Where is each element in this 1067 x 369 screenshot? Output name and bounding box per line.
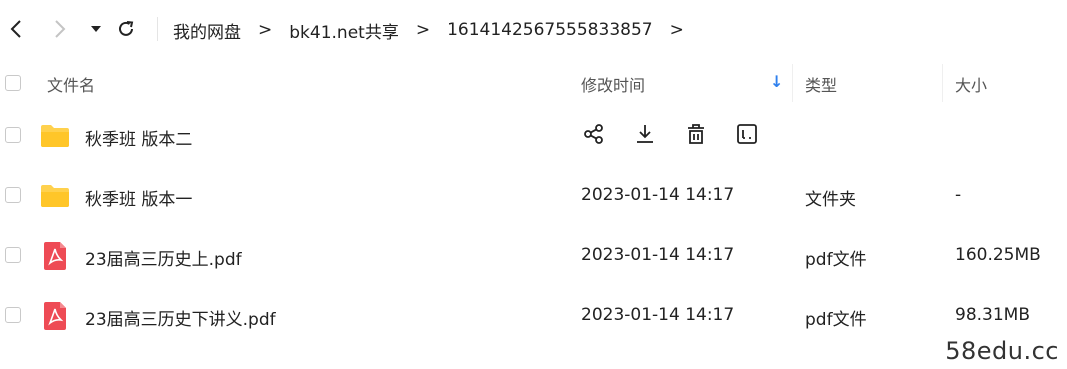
file-type: pdf文件 bbox=[805, 310, 867, 330]
breadcrumb-item-folder[interactable]: 1614142567555833857 bbox=[447, 20, 653, 40]
row-checkbox[interactable] bbox=[5, 307, 21, 323]
share-icon bbox=[584, 124, 603, 144]
download-icon bbox=[637, 125, 653, 143]
breadcrumb-item-root[interactable]: 我的网盘 bbox=[173, 18, 241, 43]
column-divider bbox=[792, 64, 793, 102]
file-size: - bbox=[955, 185, 962, 205]
file-type: 文件夹 bbox=[805, 190, 856, 210]
row-checkbox[interactable] bbox=[5, 127, 21, 143]
breadcrumb-separator: > bbox=[258, 20, 273, 40]
file-row[interactable]: 23届高三历史下讲义.pdf 2023-01-14 14:17 pdf文件 98… bbox=[0, 286, 1067, 346]
watermark: 58edu.cc bbox=[945, 337, 1059, 365]
file-name[interactable]: 秋季班 版本一 bbox=[85, 185, 192, 210]
column-header-type[interactable]: 类型 bbox=[805, 72, 837, 96]
breadcrumb-separator: > bbox=[415, 20, 431, 40]
file-row[interactable]: 秋季班 版本一 2023-01-14 14:17 文件夹 - bbox=[0, 166, 1067, 226]
file-type: pdf文件 bbox=[805, 250, 867, 270]
sort-arrow-icon[interactable]: ↓ bbox=[770, 72, 783, 91]
file-list-header: 文件名 修改时间 ↓ 类型 大小 bbox=[0, 60, 1067, 106]
delete-button[interactable] bbox=[683, 121, 709, 147]
caret-down-icon bbox=[91, 26, 101, 32]
history-dropdown-button[interactable] bbox=[82, 14, 110, 44]
chevron-left-icon bbox=[10, 20, 21, 38]
file-name[interactable]: 23届高三历史下讲义.pdf bbox=[85, 305, 276, 330]
refresh-button[interactable] bbox=[112, 14, 140, 44]
file-size: 160.25MB bbox=[955, 245, 1041, 265]
file-size: 98.31MB bbox=[955, 305, 1030, 325]
pdf-icon bbox=[40, 299, 70, 333]
nav-divider bbox=[157, 17, 158, 41]
column-divider bbox=[942, 64, 943, 102]
folder-icon bbox=[40, 179, 70, 213]
file-name[interactable]: 秋季班 版本二 bbox=[85, 125, 192, 150]
rename-icon bbox=[737, 124, 757, 144]
row-checkbox[interactable] bbox=[5, 187, 21, 203]
forward-button[interactable] bbox=[46, 14, 74, 44]
file-modified-time: 2023-01-14 14:17 bbox=[581, 245, 735, 265]
file-modified-time: 2023-01-14 14:17 bbox=[581, 305, 735, 325]
column-header-size[interactable]: 大小 bbox=[955, 72, 987, 96]
breadcrumb-separator: > bbox=[669, 20, 684, 40]
file-name[interactable]: 23届高三历史上.pdf bbox=[85, 245, 242, 270]
breadcrumb-item-share[interactable]: bk41.net共享 bbox=[289, 18, 399, 43]
file-modified-time: 2023-01-14 14:17 bbox=[581, 185, 735, 205]
breadcrumb: 我的网盘 > bk41.net共享 > 1614142567555833857 … bbox=[173, 16, 701, 44]
column-header-name[interactable]: 文件名 bbox=[47, 72, 95, 96]
download-button[interactable] bbox=[632, 121, 658, 147]
folder-icon bbox=[40, 119, 70, 153]
share-button[interactable] bbox=[581, 121, 607, 147]
file-row[interactable]: 23届高三历史上.pdf 2023-01-14 14:17 pdf文件 160.… bbox=[0, 226, 1067, 286]
delete-icon bbox=[688, 124, 704, 144]
back-button[interactable] bbox=[2, 14, 30, 44]
rename-button[interactable] bbox=[734, 121, 760, 147]
select-all-checkbox[interactable] bbox=[5, 75, 21, 91]
chevron-right-icon bbox=[55, 20, 66, 38]
refresh-icon bbox=[119, 21, 134, 36]
navigation-bar: 我的网盘 > bk41.net共享 > 1614142567555833857 … bbox=[0, 0, 1067, 60]
column-header-modified[interactable]: 修改时间 bbox=[581, 72, 645, 96]
file-row[interactable]: 秋季班 版本二 bbox=[0, 106, 1067, 166]
row-actions bbox=[581, 121, 785, 147]
row-checkbox[interactable] bbox=[5, 247, 21, 263]
pdf-icon bbox=[40, 239, 70, 273]
